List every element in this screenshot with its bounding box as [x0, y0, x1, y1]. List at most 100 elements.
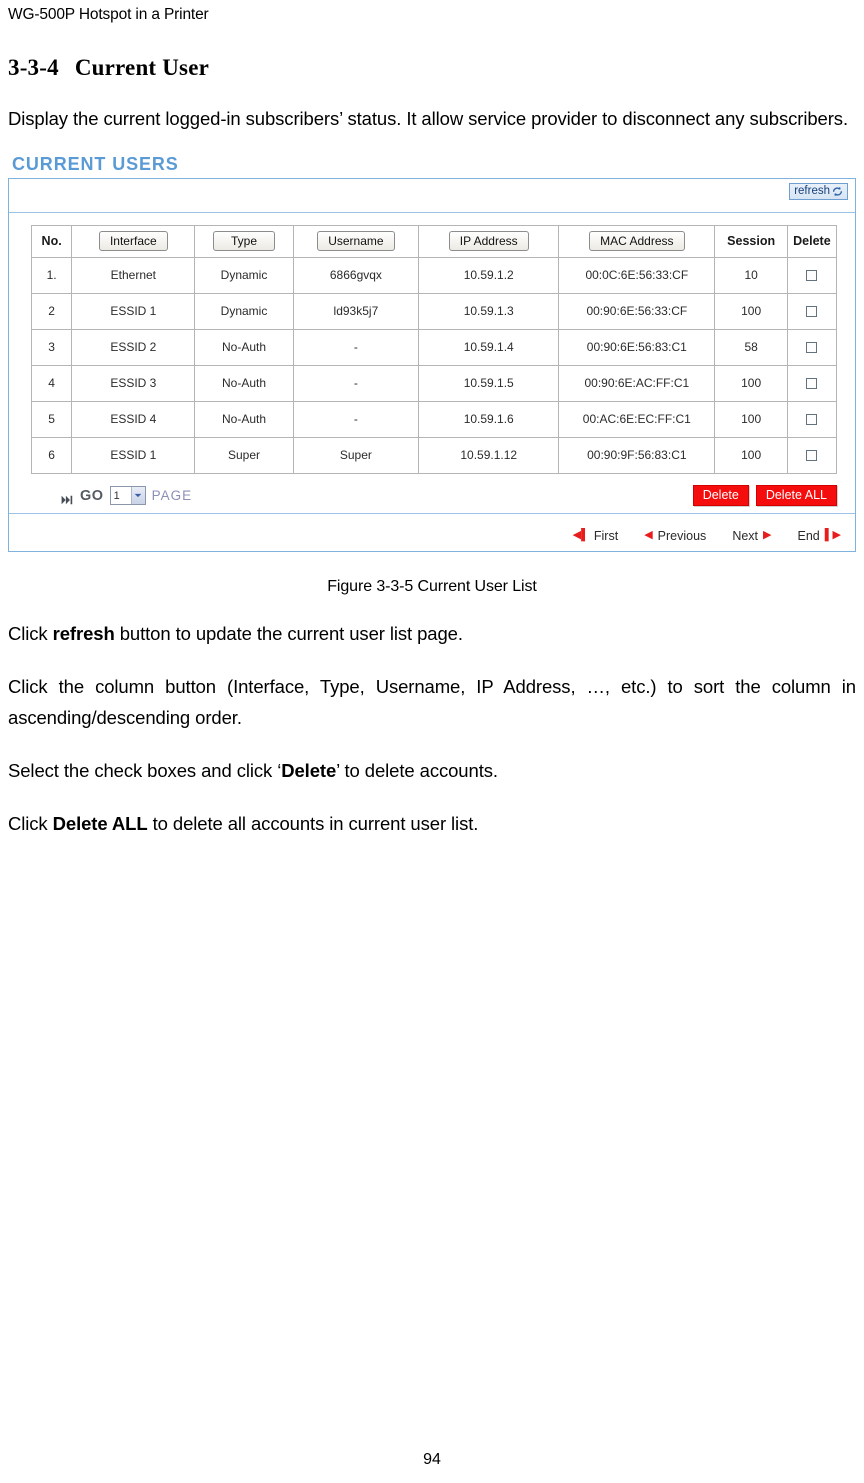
cell-mac-address: 00:AC:6E:EC:FF:C1 — [558, 400, 716, 438]
panel-title: CURRENT USERS — [12, 153, 179, 174]
sort-button-interface[interactable]: Interface — [98, 231, 168, 251]
cell-ip-address: 10.59.1.5 — [418, 364, 560, 402]
cell-username: 6866gvqx — [292, 256, 420, 294]
pagination-end-label: End — [797, 528, 820, 543]
cell-delete — [786, 400, 838, 438]
refresh-button-label: refresh — [794, 184, 830, 197]
cell-interface: ESSID 1 — [71, 436, 196, 474]
cell-interface: ESSID 3 — [71, 364, 196, 402]
cell-type: Dynamic — [194, 256, 294, 294]
column-header-mac-address: MAC Address — [558, 224, 716, 258]
cell-ip-address: 10.59.1.6 — [418, 400, 560, 438]
cell-session: 100 — [714, 292, 788, 330]
table-row: 6 ESSID 1 Super Super 10.59.1.12 00:90:9F:56:… — [30, 436, 838, 474]
section-number: 3-3-4 — [8, 54, 59, 80]
footer-divider — [9, 512, 855, 514]
delete-checkbox[interactable] — [806, 270, 818, 282]
page-number: 94 — [423, 1451, 441, 1468]
delete-checkbox[interactable] — [806, 450, 818, 462]
column-header-no-label: No. — [41, 234, 62, 248]
refresh-circular-arrow-icon — [831, 185, 844, 198]
column-header-delete: Delete — [786, 224, 838, 258]
paragraph-text: Select the check boxes and click ‘ — [8, 759, 282, 781]
page-select[interactable]: 1 — [109, 486, 146, 505]
column-header-no: No. — [30, 224, 73, 258]
last-page-icon: ▌▶ — [824, 529, 841, 541]
cell-session: 100 — [714, 400, 788, 438]
cell-mac-address: 00:90:6E:56:83:C1 — [558, 328, 716, 366]
sort-button-ip-address[interactable]: IP Address — [448, 231, 529, 251]
delete-buttons-group: Delete Delete ALL — [692, 485, 837, 506]
pagination-nav: ◀▌ First ◀ Previous Next ▶ End ▌▶ — [573, 529, 841, 543]
cell-type: Super — [194, 436, 294, 474]
body-paragraph: Select the check boxes and click ‘Delete… — [8, 755, 856, 786]
paragraph-text: ’ to delete accounts. — [336, 759, 498, 781]
delete-checkbox[interactable] — [806, 414, 818, 426]
sort-button-username[interactable]: Username — [317, 231, 395, 251]
cell-interface: ESSID 4 — [71, 400, 196, 438]
cell-mac-address: 00:90:6E:AC:FF:C1 — [558, 364, 716, 402]
cell-type: No-Auth — [194, 364, 294, 402]
cell-delete — [786, 292, 838, 330]
table-controls-row: GO 1 PAGE Delete Delete ALL — [9, 474, 855, 511]
cell-delete — [786, 328, 838, 366]
delete-checkbox[interactable] — [806, 342, 818, 354]
page-jump-group: GO 1 PAGE — [61, 486, 192, 505]
cell-username: ld93k5j7 — [292, 292, 420, 330]
go-button[interactable]: GO — [80, 488, 104, 504]
current-users-table: No. Interface Type Username IP Address M… — [30, 224, 838, 474]
pagination-first-label: First — [593, 528, 619, 543]
refresh-button[interactable]: refresh — [789, 182, 848, 200]
cell-session: 10 — [714, 256, 788, 294]
pagination-previous[interactable]: ◀ Previous — [644, 529, 706, 543]
cell-username: - — [292, 328, 420, 366]
figure-caption: Figure 3-3-5 Current User List — [327, 577, 537, 595]
cell-delete — [786, 436, 838, 474]
table-header-row: No. Interface Type Username IP Address M… — [30, 224, 838, 258]
cell-no: 1. — [30, 256, 73, 294]
column-header-type: Type — [194, 224, 294, 258]
paragraph-text: Click — [8, 622, 53, 644]
cell-ip-address: 10.59.1.4 — [418, 328, 560, 366]
cell-interface: Ethernet — [71, 256, 196, 294]
cell-username: - — [292, 364, 420, 402]
cell-no: 4 — [30, 364, 73, 402]
cell-session: 58 — [714, 328, 788, 366]
next-page-icon: ▶ — [763, 529, 772, 541]
pagination-next[interactable]: Next ▶ — [732, 529, 771, 543]
first-page-icon: ◀▌ — [572, 529, 589, 541]
pagination-next-label: Next — [732, 528, 759, 543]
delete-checkbox[interactable] — [806, 378, 818, 390]
users-table-body: 1. Ethernet Dynamic 6866gvqx 10.59.1.2 00:0C:… — [30, 256, 838, 474]
sort-button-type[interactable]: Type — [213, 231, 275, 251]
cell-ip-address: 10.59.1.3 — [418, 292, 560, 330]
sort-button-mac-address[interactable]: MAC Address — [589, 231, 685, 251]
body-paragraphs: Click refresh button to update the curre… — [8, 618, 856, 839]
cell-ip-address: 10.59.1.12 — [418, 436, 560, 474]
pagination-end[interactable]: End ▌▶ — [797, 529, 841, 543]
section-title: Current User — [74, 54, 210, 80]
pagination-first[interactable]: ◀▌ First — [573, 529, 619, 543]
cell-ip-address: 10.59.1.2 — [418, 256, 560, 294]
delete-checkbox[interactable] — [806, 306, 818, 318]
document-page: WG-500P Hotspot in a Printer 3-3-4 Curren… — [0, 0, 864, 1483]
delete-button[interactable]: Delete — [692, 485, 749, 506]
running-header: WG-500P Hotspot in a Printer — [8, 6, 209, 23]
paragraph-text: button to update the current user list p… — [114, 622, 463, 644]
column-header-delete-label: Delete — [793, 234, 831, 248]
table-row: 3 ESSID 2 No-Auth -10.59.1.4 00:90:6E:56:83:… — [30, 328, 838, 366]
cell-username: - — [292, 400, 420, 438]
cell-session: 100 — [714, 436, 788, 474]
delete-all-button[interactable]: Delete ALL — [755, 485, 837, 506]
double-arrow-right-icon — [61, 492, 74, 504]
column-header-session-label: Session — [727, 234, 776, 248]
cell-type: No-Auth — [194, 400, 294, 438]
cell-no: 2 — [30, 292, 73, 330]
current-users-panel: refresh No. Interface Type Username IP A… — [8, 177, 856, 552]
table-row: 2 ESSID 1 Dynamic ld93k5j7 10.59.1.3 00:90:6E… — [30, 292, 838, 330]
body-paragraph: Click the column button (Interface, Type… — [8, 671, 856, 733]
cell-type: No-Auth — [194, 328, 294, 366]
column-header-session: Session — [714, 224, 788, 258]
column-header-username: Username — [292, 224, 420, 258]
cell-no: 6 — [30, 436, 73, 474]
